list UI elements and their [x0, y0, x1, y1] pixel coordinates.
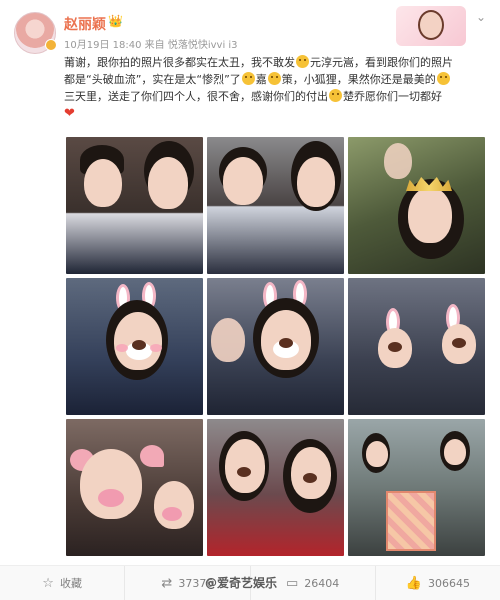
verified-badge-icon — [45, 39, 57, 51]
emoji-icon — [436, 72, 450, 85]
photo-8[interactable] — [207, 419, 344, 556]
avatar[interactable] — [14, 12, 57, 54]
photo-6[interactable] — [348, 278, 485, 415]
emoji-icon — [241, 72, 255, 85]
decoration-card — [396, 6, 466, 46]
photo-5[interactable] — [207, 278, 344, 415]
favorite-button[interactable]: ☆ 收藏 — [0, 566, 126, 600]
like-button[interactable]: 👍 306645 — [376, 566, 500, 600]
username[interactable]: 赵丽颖 — [64, 14, 106, 34]
emoji-icon — [296, 55, 309, 68]
post-time[interactable]: 10月19日 18:40 — [64, 40, 141, 51]
watermark: @爱奇艺娱乐 — [205, 576, 278, 590]
photo-1[interactable] — [66, 137, 203, 274]
crown-icon[interactable]: 👑 — [108, 14, 123, 28]
weibo-post: 赵丽颖 👑 10月19日 18:40 来自 悦落悦快ivvi i3 ⌄ 莆谢，跟… — [0, 0, 500, 600]
photo-grid — [66, 137, 486, 557]
source-prefix: 来自 — [144, 40, 165, 51]
post-text: 莆谢，跟你拍的照片很多都实在太丑，我不敢发 元淳元嵩，看到跟你们的照片 都是“头破… — [64, 55, 453, 121]
photo-2[interactable] — [207, 137, 344, 274]
photo-9[interactable] — [348, 419, 485, 556]
decoration-face — [418, 10, 444, 40]
emoji-icon — [329, 89, 342, 102]
star-icon: ☆ — [42, 575, 54, 591]
photo-7[interactable] — [66, 419, 203, 556]
post-source[interactable]: 悦落悦快ivvi i3 — [168, 40, 238, 51]
chevron-down-icon[interactable]: ⌄ — [476, 10, 486, 24]
post-meta: 10月19日 18:40 来自 悦落悦快ivvi i3 — [64, 36, 238, 51]
heart-icon: ❤ — [64, 106, 75, 121]
photo-4[interactable] — [66, 278, 203, 415]
repost-icon: ⇄ — [161, 575, 173, 591]
comment-icon: ▭ — [285, 575, 299, 591]
emoji-icon — [267, 72, 281, 85]
thumbs-up-icon: 👍 — [405, 575, 422, 591]
photo-3[interactable] — [348, 137, 485, 274]
